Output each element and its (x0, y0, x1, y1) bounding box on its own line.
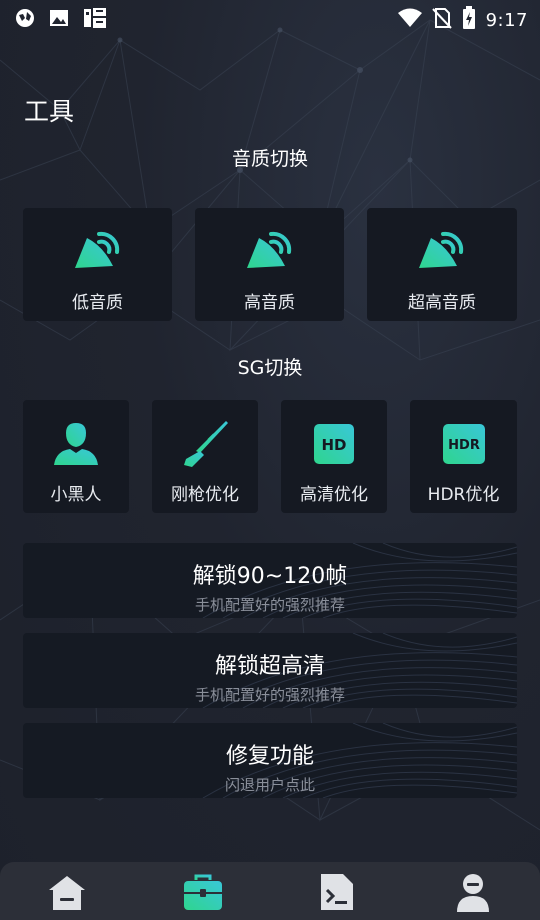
rifle-icon (179, 418, 231, 470)
card-label: 小黑人 (50, 485, 102, 505)
hdr-optimize-button[interactable]: HDR HDR优化 (410, 400, 517, 513)
action-subtitle: 闪退用户点此 (224, 776, 315, 794)
ultra-audio-quality-button[interactable]: 超高音质 (367, 208, 517, 321)
nav-home[interactable] (45, 872, 89, 916)
svg-text:HD: HD (321, 436, 346, 454)
card-label: 低音质 (72, 293, 123, 313)
speaker-icon (416, 226, 468, 278)
page-title: 工具 (24, 97, 75, 126)
hd-icon: HD (308, 418, 360, 470)
speaker-icon (72, 226, 124, 278)
nav-toolbox[interactable] (181, 872, 225, 916)
sg-section-title: SG切换 (237, 357, 303, 379)
svg-text:HDR: HDR (448, 438, 480, 453)
card-label: HDR优化 (427, 485, 500, 505)
action-subtitle: 手机配置好的强烈推荐 (194, 686, 345, 704)
status-time: 9:17 (485, 9, 528, 31)
high-audio-quality-button[interactable]: 高音质 (195, 208, 344, 321)
hdr-icon: HDR (438, 418, 490, 470)
xiaoheiren-button[interactable]: 小黑人 (23, 400, 129, 513)
person-icon (50, 418, 102, 470)
status-bar: 9:17 (0, 0, 540, 36)
terminal-icon (319, 872, 355, 916)
no-sim-icon (431, 7, 452, 33)
low-audio-quality-button[interactable]: 低音质 (23, 208, 172, 321)
profile-icon (455, 872, 491, 916)
speaker-icon (244, 226, 296, 278)
unlock-ultra-hd-button[interactable]: 解锁超高清 手机配置好的强烈推荐 (23, 633, 517, 708)
action-title: 解锁超高清 (214, 654, 325, 679)
toolbox-icon (182, 872, 224, 916)
battery-charging-icon (462, 6, 476, 34)
bottom-navigation (0, 862, 540, 920)
card-label: 高音质 (244, 293, 295, 313)
vpn-globe-icon (14, 7, 36, 33)
nav-profile[interactable] (451, 872, 495, 916)
action-title: 修复功能 (225, 744, 314, 769)
action-title: 解锁90~120帧 (192, 564, 348, 589)
home-icon (47, 872, 87, 916)
app-notification-icon (82, 6, 108, 34)
unlock-120fps-button[interactable]: 解锁90~120帧 手机配置好的强烈推荐 (23, 543, 517, 618)
image-icon (48, 7, 70, 33)
hd-optimize-button[interactable]: HD 高清优化 (281, 400, 387, 513)
card-label: 刚枪优化 (171, 485, 239, 505)
repair-function-button[interactable]: 修复功能 闪退用户点此 (23, 723, 517, 798)
audio-section-title: 音质切换 (231, 148, 308, 170)
card-label: 超高音质 (408, 293, 476, 313)
wifi-icon (397, 8, 422, 32)
gunfight-optimize-button[interactable]: 刚枪优化 (152, 400, 258, 513)
nav-terminal[interactable] (315, 872, 359, 916)
action-subtitle: 手机配置好的强烈推荐 (194, 596, 345, 614)
card-label: 高清优化 (300, 485, 368, 505)
